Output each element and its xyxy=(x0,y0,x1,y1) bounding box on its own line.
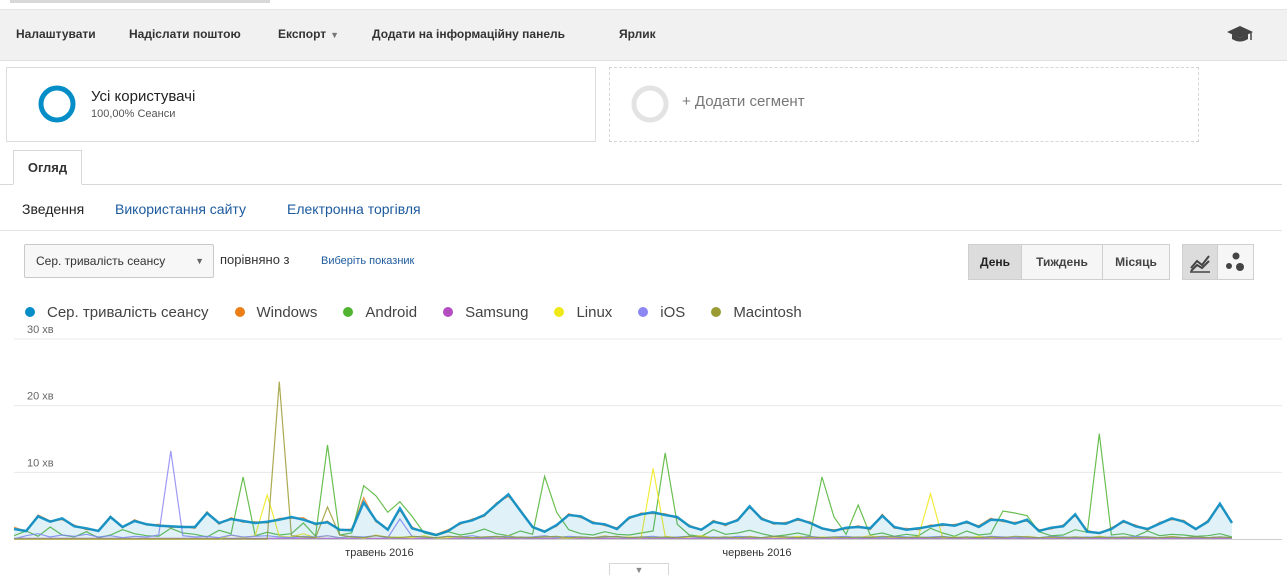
chevron-down-icon: ▼ xyxy=(330,30,340,40)
subnav-summary[interactable]: Зведення xyxy=(22,201,84,217)
y-tick-label: 30 хв xyxy=(27,325,54,336)
empty-segment-ring-icon xyxy=(631,85,669,123)
segment-ring-icon xyxy=(38,85,76,123)
granularity-week-button[interactable]: Тиждень xyxy=(1022,244,1103,280)
email-button[interactable]: Надіслати поштою xyxy=(129,27,241,41)
export-button[interactable]: Експорт ▼ xyxy=(278,27,339,41)
segment-subtitle: 100,00% Сеанси xyxy=(91,108,176,120)
chart-type-group xyxy=(1182,244,1254,280)
divider xyxy=(0,230,1282,231)
add-segment-card[interactable]: + Додати сегмент xyxy=(609,67,1199,142)
add-segment-label: + Додати сегмент xyxy=(682,93,805,110)
granularity-month-button[interactable]: Місяць xyxy=(1103,244,1170,280)
legend-label: Windows xyxy=(256,303,318,321)
legend-label: Linux xyxy=(576,303,613,321)
legend-item[interactable]: Linux xyxy=(554,304,612,321)
legend-dot-icon xyxy=(443,307,454,317)
motion-chart-button[interactable] xyxy=(1218,244,1254,280)
chart-legend: Сер. тривалість сеансу Windows Android Sams… xyxy=(25,303,828,321)
legend-label: Сер. тривалість сеансу xyxy=(47,303,209,321)
x-tick-label: червень 2016 xyxy=(722,547,791,559)
granularity-day-button[interactable]: День xyxy=(968,244,1022,280)
choose-metric-link[interactable]: Виберіть показник xyxy=(321,255,414,267)
top-strip xyxy=(0,0,1287,10)
add-to-dashboard-button[interactable]: Додати на інформаційну панель xyxy=(372,27,565,41)
line-chart: 10 хв 20 хв 30 хв травень 2016 червень 2016 xyxy=(13,325,1282,559)
legend-item[interactable]: Samsung xyxy=(443,304,528,321)
tab-bar-line xyxy=(0,184,1282,185)
legend-dot-icon xyxy=(25,307,35,317)
segment-title: Усі користувачі xyxy=(91,88,196,105)
y-tick-label: 10 хв xyxy=(27,457,54,469)
x-tick-label: травень 2016 xyxy=(345,547,413,559)
legend-item[interactable]: iOS xyxy=(638,304,685,321)
subnav-site-usage[interactable]: Використання сайту xyxy=(115,201,246,217)
chevron-down-icon: ▼ xyxy=(195,256,204,266)
chevron-down-icon: ▼ xyxy=(634,565,644,575)
breadcrumb-stub xyxy=(10,0,270,3)
export-label: Експорт xyxy=(278,27,327,41)
tab-overview[interactable]: Огляд xyxy=(13,150,82,185)
segment-all-users[interactable]: Усі користувачі 100,00% Сеанси xyxy=(6,67,596,142)
legend-label: Macintosh xyxy=(733,303,802,321)
line-chart-icon xyxy=(1190,255,1210,273)
legend-dot-icon xyxy=(711,307,722,317)
shortcut-button[interactable]: Ярлик xyxy=(619,27,656,41)
subnav-ecommerce[interactable]: Електронна торгівля xyxy=(287,201,421,217)
line-chart-button[interactable] xyxy=(1182,244,1218,280)
motion-chart-icon xyxy=(1226,252,1244,271)
legend-dot-icon xyxy=(554,307,565,317)
collapse-handle[interactable]: ▼ xyxy=(609,563,669,575)
metric-select-value: Сер. тривалість сеансу xyxy=(36,254,166,268)
customize-button[interactable]: Налаштувати xyxy=(16,27,96,41)
legend-dot-icon xyxy=(343,307,354,317)
legend-item[interactable]: Macintosh xyxy=(711,303,802,321)
compare-label: порівняно з xyxy=(220,252,290,267)
legend-label: iOS xyxy=(660,303,686,321)
legend-dot-icon xyxy=(234,307,245,317)
legend-item[interactable]: Windows xyxy=(234,303,318,321)
metric-select[interactable]: Сер. тривалість сеансу ▼ xyxy=(24,244,214,278)
granularity-group: День Тиждень Місяць xyxy=(968,244,1170,280)
series-area xyxy=(14,494,1232,539)
y-tick-label: 20 хв xyxy=(27,391,54,403)
report-toolbar: Налаштувати Надіслати поштою Експорт ▼ До… xyxy=(0,10,1287,61)
legend-item[interactable]: Android xyxy=(343,304,417,321)
graduation-cap-icon[interactable] xyxy=(1226,23,1254,45)
legend-dot-icon xyxy=(638,307,649,317)
legend-label: Android xyxy=(365,303,418,321)
legend-label: Samsung xyxy=(465,303,529,321)
legend-item[interactable]: Сер. тривалість сеансу xyxy=(25,304,209,321)
